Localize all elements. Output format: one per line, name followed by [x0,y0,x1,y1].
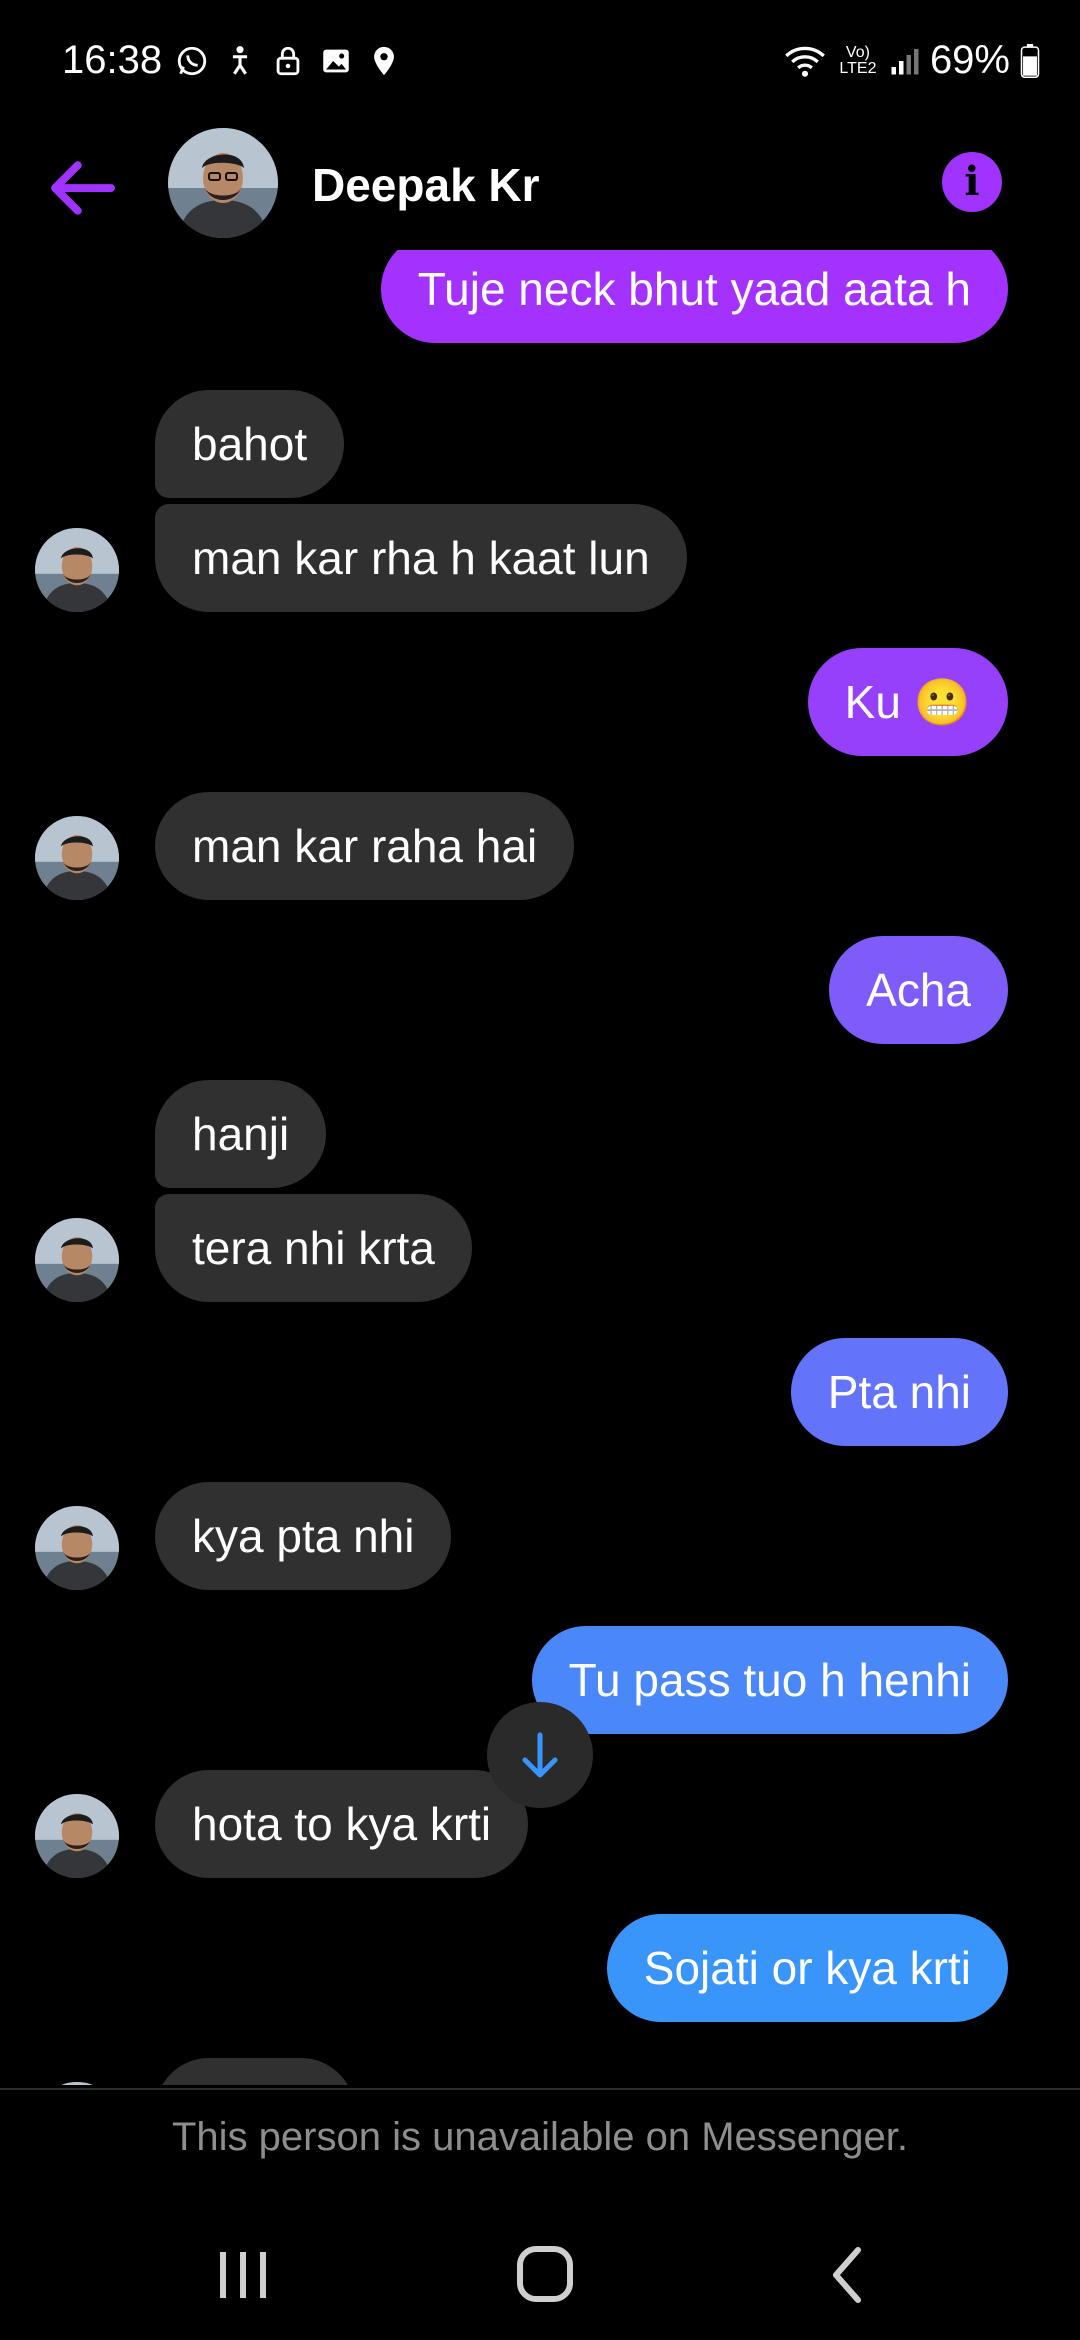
status-bar: 16:38 Vo) LTE2 69% [0,0,1080,120]
message-bubble-received[interactable]: hota to kya krti [155,1770,529,1878]
sender-avatar[interactable] [35,2082,119,2085]
back-arrow-icon[interactable] [48,158,118,218]
message-bubble-sent[interactable]: Sojati or kya krti [606,1914,1008,2022]
lock-icon [276,46,300,76]
system-navigation-bar [0,2200,1080,2340]
recent-apps-icon[interactable] [203,2240,283,2310]
home-icon[interactable] [505,2240,585,2310]
whatsapp-icon [177,46,207,76]
scroll-to-bottom-button[interactable] [487,1702,593,1808]
location-icon [374,46,394,76]
info-icon: i [964,158,980,205]
arrow-down-icon [522,1732,558,1778]
contact-avatar[interactable] [168,128,278,238]
battery-icon [1020,43,1040,78]
accessibility-icon [232,46,248,75]
message-bubble-received-partial[interactable] [155,2058,355,2085]
message-bubble-received[interactable]: man kar raha hai [155,792,575,900]
sender-avatar[interactable] [35,528,119,612]
message-bubble-received[interactable]: tera nhi krta [155,1194,472,1302]
message-list[interactable]: Tuje neck bhut yaad aata h bahot man kar… [0,250,1080,2085]
message-bubble-sent[interactable]: Acha [829,936,1008,1044]
network-label: Vo) LTE2 [839,43,877,77]
sender-avatar[interactable] [35,1794,119,1878]
contact-name[interactable]: Deepak Kr [312,158,540,212]
gallery-icon [323,49,349,73]
footer-divider [0,2088,1080,2090]
battery-percent: 69% [929,38,1010,82]
sender-avatar[interactable] [35,1506,119,1590]
message-bubble-sent[interactable]: Ku 😬 [807,648,1008,756]
message-bubble-sent[interactable]: Tuje neck bhut yaad aata h [380,250,1008,343]
message-bubble-received[interactable]: man kar rha h kaat lun [155,504,687,612]
sender-avatar[interactable] [35,816,119,900]
sender-avatar[interactable] [35,1218,119,1302]
message-bubble-received[interactable]: bahot [155,390,345,498]
message-bubble-received[interactable]: kya pta nhi [155,1482,452,1590]
message-bubble-sent[interactable]: Tu pass tuo h henhi [531,1626,1008,1734]
conversation-header: Deepak Kr i [0,120,1080,250]
signal-icon [891,48,919,74]
back-nav-icon[interactable] [808,2240,888,2310]
unavailable-notice: This person is unavailable on Messenger. [172,2115,908,2159]
message-bubble-received[interactable]: hanji [155,1080,327,1188]
info-button[interactable]: i [942,152,1002,212]
message-bubble-sent[interactable]: Pta nhi [790,1338,1008,1446]
status-time: 16:38 [62,38,163,82]
wifi-icon [785,46,825,77]
